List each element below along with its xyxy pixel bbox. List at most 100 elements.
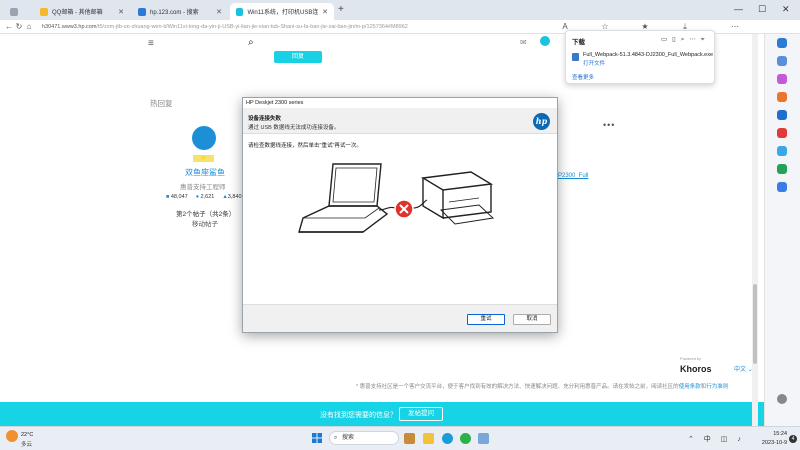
solutions-count-stat: ● 2,621 — [195, 194, 215, 200]
home-icon[interactable]: ⌂ — [24, 22, 34, 31]
delete-icon[interactable]: ▯ — [672, 36, 681, 43]
clock[interactable]: 15:24 2023-10-9 — [757, 431, 787, 446]
post-counter: 第2个帖子（共2条） — [176, 211, 236, 218]
notification-count[interactable]: 4 — [789, 435, 797, 443]
scrollbar-thumb[interactable] — [753, 284, 757, 364]
kudos-count-stat: ▲3,840 — [222, 194, 242, 200]
see-more-link[interactable]: 查看更多 — [572, 73, 594, 81]
search-icon — [138, 7, 146, 16]
windows-start-icon[interactable] — [312, 433, 322, 443]
maximize-button[interactable]: ☐ — [758, 4, 766, 15]
taskbar-search[interactable]: ⌕ 搜索 — [329, 431, 399, 445]
khoros-logo[interactable]: Khoros — [680, 364, 712, 374]
terms-link[interactable]: 使用条款 — [679, 384, 701, 390]
file-explorer-icon[interactable] — [423, 433, 434, 444]
footer-note: * 惠普支持社区是一个客户交流平台，便于客户找到有效的解决方法、快速解决问题、充… — [356, 384, 729, 390]
reply-button[interactable]: 回复 — [274, 51, 322, 63]
close-window-button[interactable]: ✕ — [782, 4, 790, 15]
system-tray[interactable]: ⌃ 中 ◫ ♪ — [688, 434, 745, 444]
bing-chat-icon[interactable] — [777, 38, 787, 48]
username-link[interactable]: 双鱼座鲨鱼 — [185, 167, 225, 178]
tab-qq-mail[interactable]: QQ邮箱 - 其他邮箱 ✕ — [34, 3, 130, 20]
hp-logo: hp — [533, 113, 550, 130]
widget-app-icon[interactable] — [404, 433, 415, 444]
exe-file-icon — [572, 53, 579, 61]
gear-icon[interactable] — [777, 394, 787, 404]
more-icon[interactable]: ⋯ — [689, 36, 701, 43]
weather-temperature: 22°C — [21, 432, 34, 438]
user-title: 惠普支持工程师 — [180, 184, 226, 191]
downloads-title: 下载 — [572, 39, 585, 46]
chrome-icon[interactable] — [460, 433, 471, 444]
tab-label: Win11系统，打印机USB连接断开... — [247, 10, 319, 16]
mail-icon[interactable]: ✉ — [520, 38, 527, 47]
laptop-icon — [298, 163, 389, 233]
hp-installer-dialog: HP Deskjet 2300 series 设备连接失败 通过 USB 数据线… — [242, 97, 558, 333]
dialog-message: 请检查数据线连接，然后单击"重试"再试一次。 — [248, 143, 362, 149]
retry-button[interactable]: 重试 — [467, 314, 505, 325]
avatar[interactable] — [192, 126, 216, 150]
add-icon[interactable] — [777, 182, 787, 192]
folder-icon[interactable]: ▭ — [661, 36, 672, 43]
clock-time: 15:24 — [773, 431, 787, 437]
close-icon[interactable]: ✕ — [322, 8, 328, 16]
outlook-icon[interactable] — [777, 110, 787, 120]
dialog-title: HP Deskjet 2300 series — [243, 98, 557, 108]
menu-icon[interactable]: ≡ — [148, 38, 154, 49]
close-icon[interactable]: ✕ — [216, 8, 222, 16]
pin-icon[interactable]: ⌖ — [701, 36, 710, 43]
edge-sidebar — [764, 34, 800, 426]
dialog-subheading: 通过 USB 数据线无法成功连接设备。 — [248, 125, 340, 131]
games-icon[interactable] — [777, 92, 787, 102]
close-icon[interactable]: ✕ — [118, 8, 124, 16]
tools-icon[interactable] — [777, 146, 787, 156]
tab-hp-forum[interactable]: Win11系统，打印机USB连接断开... ✕ — [230, 3, 334, 20]
office-icon[interactable] — [777, 128, 787, 138]
open-file-link[interactable]: 打开文件 — [583, 59, 605, 67]
dialog-body: 请检查数据线连接，然后单击"重试"再试一次。 — [243, 134, 557, 304]
search-icon[interactable] — [777, 56, 787, 66]
drop-icon[interactable] — [777, 164, 787, 174]
connection-illustration — [298, 163, 495, 233]
collections-icon[interactable] — [777, 74, 787, 84]
workspace-button[interactable] — [4, 3, 32, 20]
tab-label: QQ邮箱 - 其他邮箱 — [52, 10, 103, 16]
help-question: 没有找到您需要的信息？ — [320, 412, 397, 419]
post-question-button[interactable]: 发帖提问 — [399, 407, 443, 421]
more-options-icon[interactable]: ••• — [603, 120, 615, 130]
minimize-button[interactable]: — — [734, 4, 743, 14]
weather-icon[interactable] — [6, 430, 18, 442]
taskbar: 22°C 多云 ⌕ 搜索 ⌃ 中 ◫ ♪ 15:24 2023-10-9 4 — [0, 426, 800, 450]
tab-strip: QQ邮箱 - 其他邮箱 ✕ hp.123.com - 搜索 ✕ Win11系统，… — [0, 0, 800, 20]
cancel-button[interactable]: 取消 — [513, 314, 551, 325]
search-icon[interactable]: ⌕ — [248, 37, 254, 48]
workspace-icon — [10, 7, 18, 16]
help-banner: 没有找到您需要的信息？ 发帖提问 — [0, 402, 764, 426]
move-post-link[interactable]: 移动帖子 — [192, 218, 218, 228]
hp-setup-icon[interactable] — [478, 433, 489, 444]
language-selector[interactable]: 中文 ⌄ — [734, 364, 753, 373]
more-icon[interactable]: ⋯ — [730, 22, 740, 31]
dialog-header: 设备连接失败 通过 USB 数据线无法成功连接设备。 hp — [243, 108, 557, 134]
weather-description: 多云 — [21, 442, 33, 448]
downloads-toolbar: ▭▯⌕⋯⌖ — [661, 35, 710, 44]
refresh-icon[interactable]: ↻ — [14, 22, 24, 31]
edge-icon[interactable] — [442, 433, 453, 444]
tab-label: hp.123.com - 搜索 — [150, 10, 199, 16]
dialog-footer: 重试 取消 — [243, 304, 557, 332]
attachment-link[interactable]: P2300_Full — [558, 173, 588, 179]
back-icon[interactable]: ← — [4, 22, 14, 31]
url-field[interactable]: h30471.www3.hp.com/t5/zxm-jtb-un-zhuang-… — [42, 24, 482, 30]
tab-search[interactable]: hp.123.com - 搜索 ✕ — [132, 3, 228, 20]
url-host: h30471.www3.hp.com — [42, 23, 97, 30]
user-stats: ■ 48,047 ● 2,621 ▲3,840 — [166, 194, 242, 200]
new-tab-button[interactable]: + — [338, 4, 344, 15]
conduct-link[interactable]: 行为准则 — [706, 384, 728, 390]
dialog-heading: 设备连接失败 — [248, 116, 282, 122]
section-title: 热回复 — [150, 99, 173, 108]
scrollbar[interactable] — [752, 34, 758, 426]
hp-forum-icon — [236, 7, 244, 16]
notification-icon[interactable] — [540, 36, 550, 46]
download-file-name[interactable]: Full_Webpack-51.3.4843-DJ2300_Full_Webpa… — [583, 52, 713, 58]
qq-mail-icon — [40, 7, 48, 16]
